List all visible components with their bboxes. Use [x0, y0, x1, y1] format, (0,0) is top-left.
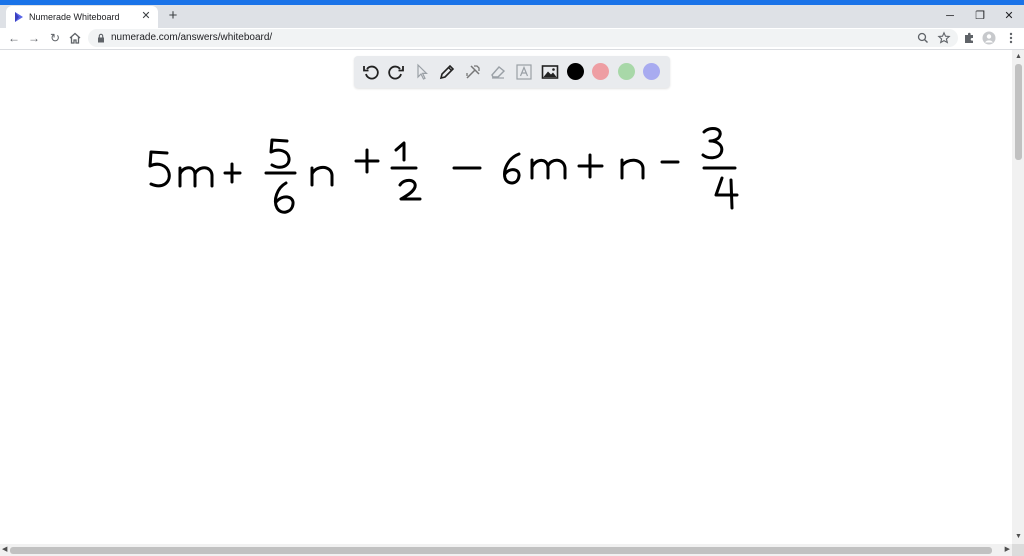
- digit-3: [701, 126, 724, 160]
- scroll-up-icon[interactable]: ▲: [1015, 53, 1022, 61]
- digit-5: [148, 150, 171, 188]
- scroll-left-icon[interactable]: ◀: [2, 546, 7, 554]
- digit-6: [273, 181, 295, 214]
- digit-6-b: [503, 152, 521, 185]
- vertical-scroll-thumb[interactable]: [1015, 64, 1022, 160]
- letter-n: [310, 165, 334, 187]
- letter-m: [178, 166, 214, 188]
- digit-1: [394, 141, 406, 162]
- horizontal-scroll-thumb[interactable]: [10, 547, 992, 554]
- scrollbar-corner: [1012, 544, 1024, 556]
- plus-sign: [223, 162, 242, 184]
- digit-4: [714, 176, 739, 210]
- plus-sign-2: [354, 148, 380, 174]
- letter-n-2: [620, 158, 645, 180]
- plus-sign-3: [577, 153, 604, 179]
- scroll-right-icon[interactable]: ▶: [1005, 546, 1010, 554]
- letter-m-2: [530, 158, 567, 180]
- digit-5-numerator: [269, 138, 291, 169]
- digit-2: [398, 178, 422, 201]
- scroll-down-icon[interactable]: ▼: [1015, 533, 1022, 541]
- vertical-scrollbar[interactable]: ▲ ▼: [1012, 50, 1024, 544]
- handwritten-expression: [148, 126, 739, 214]
- horizontal-scrollbar[interactable]: ◀ ▶: [0, 544, 1012, 556]
